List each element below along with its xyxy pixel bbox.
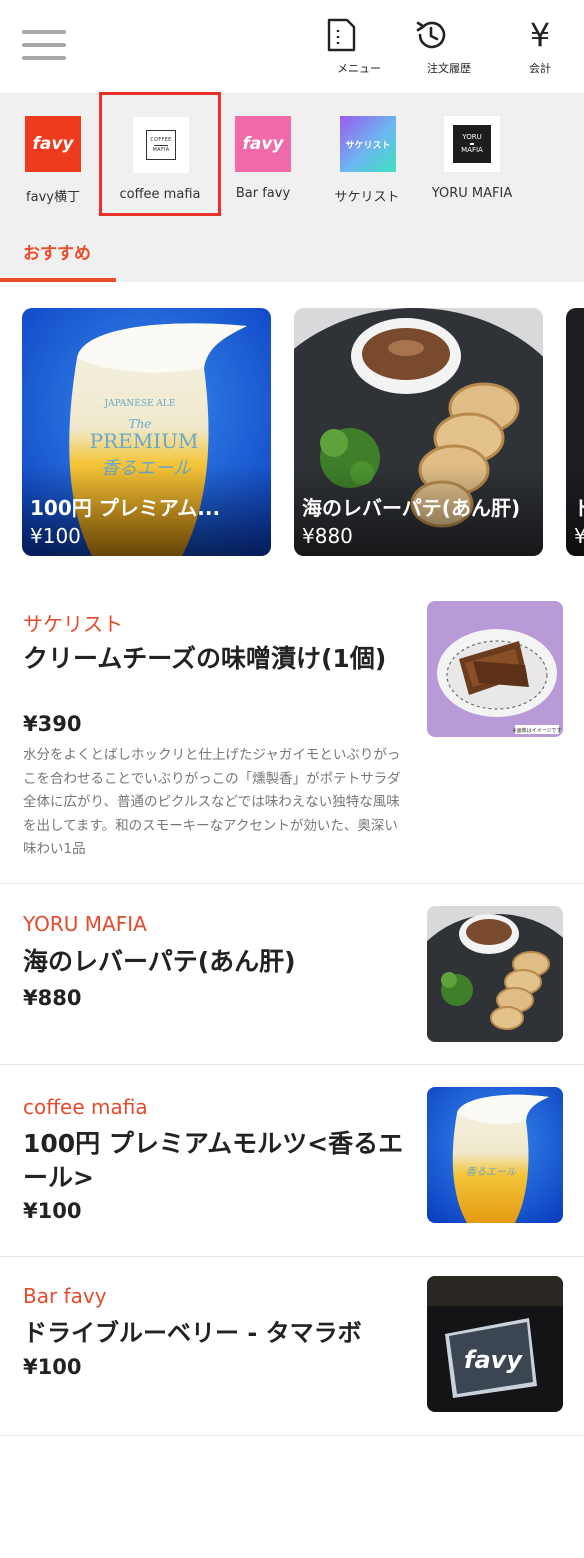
menu-item[interactable]: coffee mafia 100円 プレミアムモルツ<香るエール> ¥100 香… [0, 1065, 584, 1257]
item-thumbnail: ※画像はイメージです [427, 601, 563, 737]
shop-selector: favy favy横丁 COFFEE MAFIA coffee mafia fa… [0, 92, 584, 220]
recommend-card-price: ¥100 [30, 524, 81, 548]
bill-button[interactable]: ¥ 会計 [505, 18, 575, 82]
item-title: ドライブルーベリー - タマラボ [23, 1319, 362, 1347]
recommend-card-partial[interactable]: ド ¥ [566, 308, 584, 556]
shop-tab-coffee-mafia-selected[interactable]: COFFEE MAFIA coffee mafia [99, 92, 221, 216]
item-title: クリームチーズの味噌漬け(1個) [23, 644, 387, 673]
item-thumbnail: favy [427, 1276, 563, 1412]
item-shop-name: coffee mafia [23, 1095, 148, 1119]
shop-tab-yoru-mafia[interactable]: YORU MAFIA YORU MAFIA [424, 94, 520, 220]
recommend-card-name: 100円 プレミアム... [30, 496, 221, 520]
bill-label: 会計 [529, 62, 551, 75]
menu-document-icon [324, 18, 394, 52]
item-price: ¥100 [23, 1355, 82, 1379]
history-clock-icon [414, 18, 484, 52]
item-shop-name: サケリスト [23, 612, 123, 636]
shop-name: YORU MAFIA [431, 186, 513, 201]
recommend-card-name: 海のレバーパテ(あん肝) [302, 496, 521, 520]
bar-favy-logo: favy [235, 116, 291, 172]
svg-text:favy: favy [464, 1346, 523, 1374]
item-shop-name: YORU MAFIA [23, 912, 147, 936]
item-thumbnail [427, 906, 563, 1042]
recommend-carousel[interactable]: JAPANESE ALE The PREMIUM 香るエール 100円 プレミア… [0, 282, 584, 578]
tab-recommended[interactable]: おすすめ [0, 220, 116, 282]
shop-name: サケリスト [334, 190, 400, 205]
tab-label: おすすめ [23, 244, 91, 264]
svg-text:JAPANESE ALE: JAPANESE ALE [104, 399, 176, 409]
item-price: ¥880 [23, 986, 82, 1010]
menu-item[interactable]: YORU MAFIA 海のレバーパテ(あん肝) ¥880 [0, 884, 584, 1065]
favy-logo: favy [25, 116, 81, 172]
menu-item[interactable]: Bar favy ドライブルーベリー - タマラボ ¥100 favy [0, 1257, 584, 1436]
recommend-card-liver-pate[interactable]: 海のレバーパテ(あん肝) ¥880 [294, 308, 543, 556]
order-history-button[interactable]: 注文履歴 [414, 18, 484, 82]
item-title: 海のレバーパテ(あん肝) [23, 947, 296, 976]
shop-tab-sakelist[interactable]: サケリスト サケリスト [323, 94, 411, 220]
history-label: 注文履歴 [427, 62, 471, 75]
svg-text:PREMIUM: PREMIUM [90, 429, 199, 453]
item-shop-name: Bar favy [23, 1284, 107, 1308]
menu-label: メニュー [337, 62, 381, 75]
item-price: ¥390 [23, 712, 82, 736]
menu-item[interactable]: サケリスト クリームチーズの味噌漬け(1個) ¥390 水分をよくとばしホックリ… [0, 578, 584, 884]
shop-tab-bar-favy[interactable]: favy Bar favy [223, 94, 303, 220]
shop-name: favy横丁 [26, 190, 80, 205]
shop-name: Bar favy [235, 186, 291, 201]
menu-button[interactable]: メニュー [324, 18, 394, 82]
svg-text:※画像はイメージです: ※画像はイメージです [512, 727, 561, 734]
yoru-mafia-logo: YORU MAFIA [444, 116, 500, 172]
hamburger-menu-icon[interactable] [22, 30, 66, 62]
shop-tab-favy-yokocho[interactable]: favy favy横丁 [12, 94, 94, 220]
shop-name: coffee mafia [119, 187, 201, 202]
item-price: ¥100 [23, 1199, 82, 1223]
recommend-card-price: ¥880 [302, 524, 353, 548]
recommend-card-name: ド [574, 492, 584, 521]
recommend-card-premium-malts[interactable]: JAPANESE ALE The PREMIUM 香るエール 100円 プレミア… [22, 308, 271, 556]
item-title: 100円 プレミアムモルツ<香るエール> [23, 1129, 404, 1192]
svg-text:香るエール: 香るエール [466, 1166, 517, 1178]
yen-icon: ¥ [529, 16, 551, 54]
coffee-mafia-logo: COFFEE MAFIA [133, 117, 189, 173]
app-header: メニュー 注文履歴 ¥ 会計 [0, 0, 584, 94]
item-description: 水分をよくとばしホックリと仕上げたジャガイモといぶりがっこを合わせることでいぶり… [23, 747, 401, 857]
recommend-card-price: ¥ [574, 524, 584, 548]
sakelist-logo: サケリスト [340, 116, 396, 172]
item-thumbnail: 香るエール [427, 1087, 563, 1223]
category-tab-bar: おすすめ [0, 220, 584, 282]
